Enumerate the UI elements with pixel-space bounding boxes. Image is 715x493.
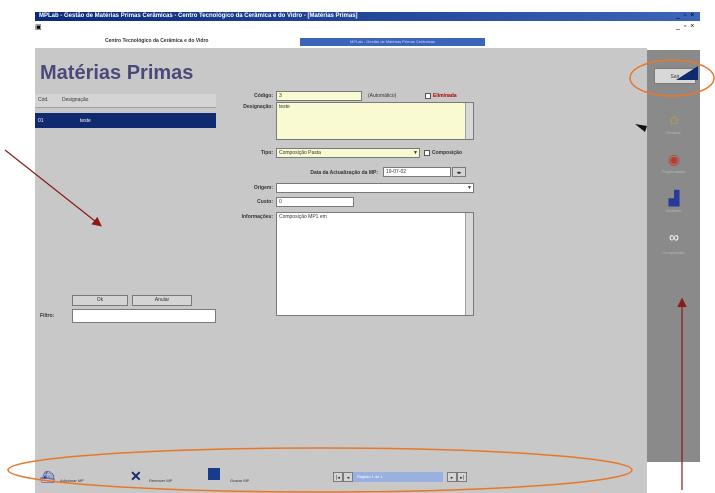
annotation-arrow-list (4, 149, 102, 227)
annotation-overlay (4, 59, 715, 493)
annotation-ellipse-toolbar (7, 447, 633, 493)
annotation-ellipse-exit (629, 59, 715, 97)
